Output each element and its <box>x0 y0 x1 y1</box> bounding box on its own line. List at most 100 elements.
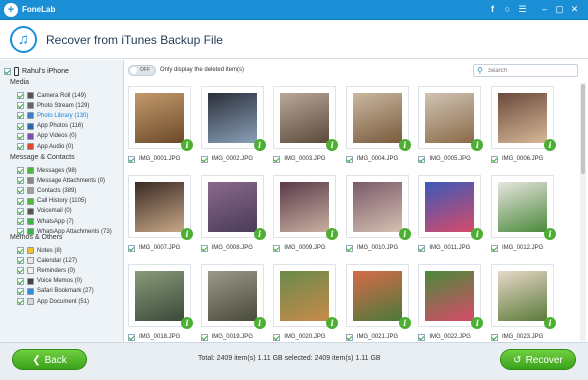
info-icon[interactable]: i <box>253 228 266 240</box>
info-icon[interactable]: i <box>544 228 556 240</box>
photo-thumbnail[interactable]: i <box>345 264 411 329</box>
photo-checkbox[interactable] <box>345 245 353 252</box>
photo-checkbox[interactable] <box>418 245 426 252</box>
sidebar-item-checkbox[interactable] <box>17 102 24 110</box>
photo-item[interactable]: i IMG_0011.JPG <box>415 172 487 258</box>
sidebar-item-checkbox[interactable] <box>17 187 24 195</box>
photo-item[interactable]: i IMG_0002.JPG <box>198 83 270 169</box>
info-icon[interactable]: i <box>326 317 339 329</box>
sidebar-item[interactable]: Voicemail (0) <box>17 207 72 216</box>
photo-checkbox[interactable] <box>491 156 498 163</box>
sidebar-item-checkbox[interactable] <box>17 132 24 140</box>
photo-thumbnail[interactable]: i <box>418 86 484 151</box>
photo-checkbox[interactable] <box>200 156 208 163</box>
photo-checkbox[interactable] <box>345 334 353 341</box>
info-icon[interactable]: i <box>181 139 193 151</box>
sidebar-item[interactable]: Camera Roll (149) <box>17 91 86 100</box>
sidebar-item-checkbox[interactable] <box>17 207 24 215</box>
sidebar-item-checkbox[interactable] <box>17 247 24 254</box>
sidebar-item-checkbox[interactable] <box>17 257 24 265</box>
info-icon[interactable]: i <box>471 228 484 240</box>
photo-thumbnail[interactable]: i <box>418 175 484 240</box>
sidebar-item[interactable]: Voice Memos (0) <box>17 277 82 286</box>
photo-thumbnail[interactable]: i <box>491 264 556 329</box>
photo-checkbox[interactable] <box>273 245 281 252</box>
photo-item[interactable]: i IMG_0001.JPG <box>125 83 197 169</box>
info-icon[interactable]: i <box>181 228 193 240</box>
photo-thumbnail[interactable]: i <box>128 175 193 240</box>
sidebar-item-checkbox[interactable] <box>17 277 24 285</box>
sidebar-item-checkbox[interactable] <box>17 122 24 130</box>
grid-scrollbar[interactable] <box>580 83 586 341</box>
photo-item[interactable]: i IMG_0008.JPG <box>198 172 270 258</box>
close-icon[interactable]: ✕ <box>568 3 581 16</box>
sidebar-item[interactable]: Message Attachments (0) <box>17 176 105 185</box>
sidebar-item[interactable]: WhatsApp (7) <box>17 217 74 226</box>
device-row[interactable]: Rahul's iPhone <box>4 65 69 77</box>
chat-icon[interactable]: ○ <box>501 3 514 16</box>
photo-item[interactable]: i IMG_0022.JPG <box>415 261 487 341</box>
sidebar-item[interactable]: App Videos (0) <box>17 132 77 141</box>
photo-item[interactable]: i IMG_0004.JPG <box>343 83 415 169</box>
sidebar-item-checkbox[interactable] <box>17 143 24 150</box>
recover-button[interactable]: ↺ Recover <box>500 349 576 370</box>
photo-thumbnail[interactable]: i <box>128 264 193 329</box>
sidebar-item[interactable]: Photo Stream (129) <box>17 101 89 110</box>
photo-thumbnail[interactable]: i <box>345 175 411 240</box>
sidebar-item[interactable]: App Photos (116) <box>17 122 83 131</box>
photo-checkbox[interactable] <box>200 334 208 341</box>
photo-item[interactable]: i IMG_0018.JPG <box>125 261 197 341</box>
info-icon[interactable]: i <box>398 317 411 329</box>
restore-icon[interactable]: ▢ <box>553 3 566 16</box>
sidebar-item-checkbox[interactable] <box>17 218 24 225</box>
photo-checkbox[interactable] <box>128 156 135 163</box>
sidebar-item-checkbox[interactable] <box>17 197 24 205</box>
sidebar-item[interactable]: Notes (8) <box>17 246 62 255</box>
photo-thumbnail[interactable]: i <box>128 86 193 151</box>
photo-item[interactable]: i IMG_0006.JPG <box>488 83 560 169</box>
sidebar-item[interactable]: Call History (1105) <box>17 197 86 206</box>
photo-item[interactable]: i IMG_0020.JPG <box>270 261 342 341</box>
photo-checkbox[interactable] <box>418 156 426 163</box>
sidebar-item[interactable]: Messages (98) <box>17 166 77 175</box>
sidebar-item[interactable]: Safari Bookmark (27) <box>17 287 94 296</box>
photo-checkbox[interactable] <box>273 156 281 163</box>
photo-checkbox[interactable] <box>491 245 498 252</box>
sidebar-item-checkbox[interactable] <box>17 177 24 185</box>
info-icon[interactable]: i <box>471 317 484 329</box>
minimize-icon[interactable]: – <box>538 3 551 16</box>
photo-thumbnail[interactable]: i <box>418 264 484 329</box>
photo-checkbox[interactable] <box>418 334 426 341</box>
info-icon[interactable]: i <box>544 317 556 329</box>
photo-item[interactable]: i IMG_0003.JPG <box>270 83 342 169</box>
photo-checkbox[interactable] <box>200 245 208 252</box>
photo-thumbnail[interactable]: i <box>200 264 266 329</box>
photo-item[interactable]: i IMG_0021.JPG <box>343 261 415 341</box>
sidebar-item[interactable]: Calendar (127) <box>17 256 77 265</box>
photo-checkbox[interactable] <box>345 156 353 163</box>
sidebar-item[interactable]: App Audio (0) <box>17 142 73 151</box>
sidebar-item-checkbox[interactable] <box>17 287 24 295</box>
info-icon[interactable]: i <box>544 139 556 151</box>
photo-thumbnail[interactable]: i <box>273 86 339 151</box>
info-icon[interactable]: i <box>253 139 266 151</box>
photo-item[interactable]: i IMG_0005.JPG <box>415 83 487 169</box>
info-icon[interactable]: i <box>181 317 193 329</box>
photo-item[interactable]: i IMG_0019.JPG <box>198 261 270 341</box>
menu-icon[interactable]: ☰ <box>516 3 529 16</box>
info-icon[interactable]: i <box>398 139 411 151</box>
photo-item[interactable]: i IMG_0012.JPG <box>488 172 560 258</box>
sidebar-item[interactable]: Contacts (389) <box>17 186 76 195</box>
search-input[interactable] <box>488 66 574 75</box>
sidebar-item[interactable]: Photo Library (130) <box>17 111 88 120</box>
facebook-icon[interactable]: f <box>486 3 499 16</box>
info-icon[interactable]: i <box>326 228 339 240</box>
sidebar-item-checkbox[interactable] <box>17 167 24 174</box>
photo-thumbnail[interactable]: i <box>491 86 556 151</box>
photo-thumbnail[interactable]: i <box>273 264 339 329</box>
search-box[interactable]: ⚲ <box>473 64 578 77</box>
scroll-thumb[interactable] <box>581 84 585 174</box>
sidebar-item-checkbox[interactable] <box>17 112 24 120</box>
sidebar-item[interactable]: App Document (51) <box>17 297 89 306</box>
photo-checkbox[interactable] <box>273 334 281 341</box>
